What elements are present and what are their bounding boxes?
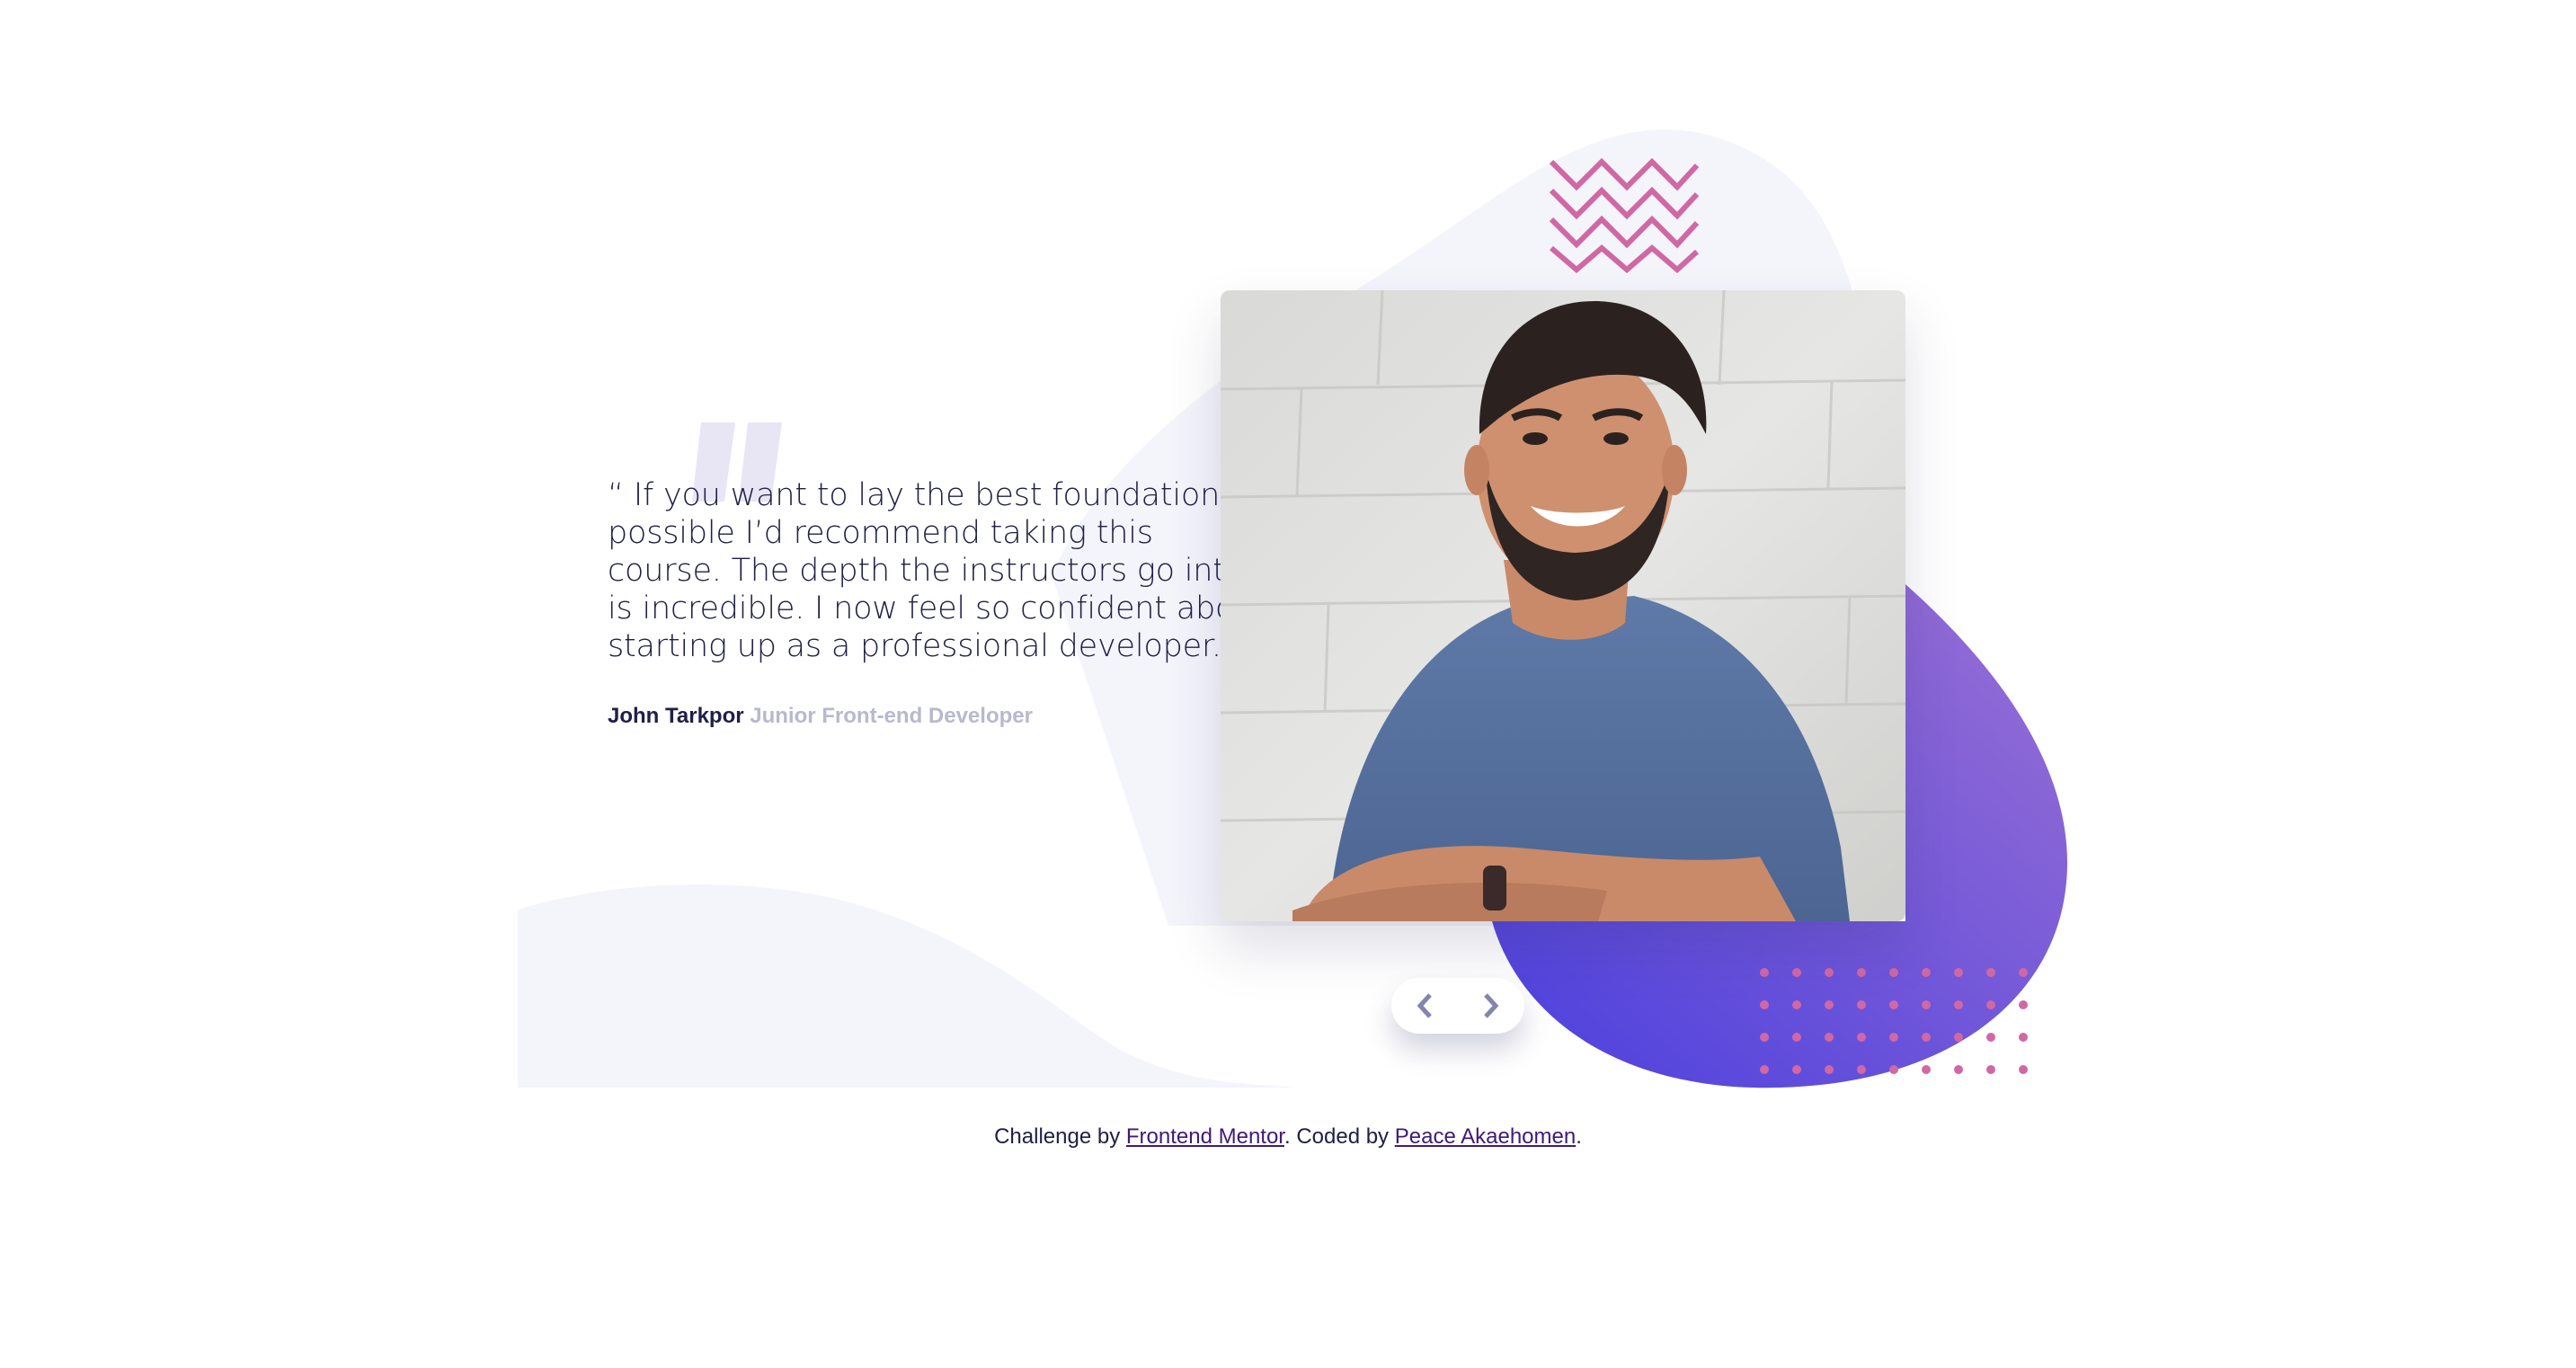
- author-role: Junior Front-end Developer: [750, 704, 1033, 728]
- attribution-suffix: .: [1576, 1124, 1582, 1149]
- author-name: John Tarkpor: [608, 704, 744, 728]
- testimonial-content: “ If you want to lay the best foundation…: [608, 476, 1273, 730]
- testimonial-author: John Tarkpor Junior Front-end Developer: [608, 703, 1273, 730]
- chevron-right-icon: [1484, 993, 1499, 1018]
- author-photo: [1221, 290, 1905, 921]
- attribution: Challenge by Frontend Mentor. Coded by P…: [0, 1124, 2576, 1150]
- slider-navigation: [1391, 978, 1524, 1034]
- next-button[interactable]: [1458, 978, 1524, 1034]
- chevron-left-icon: [1417, 993, 1432, 1018]
- author-link[interactable]: Peace Akaehomen: [1395, 1124, 1576, 1149]
- frontend-mentor-link[interactable]: Frontend Mentor: [1126, 1124, 1284, 1149]
- testimonial-slider-page: “ If you want to lay the best foundation…: [0, 0, 2576, 1368]
- zigzag-decoration: [1549, 158, 1700, 273]
- portrait-illustration: [1221, 290, 1905, 921]
- attribution-prefix: Challenge by: [994, 1124, 1121, 1149]
- testimonial-quote: “ If you want to lay the best foundation…: [608, 477, 1266, 664]
- attribution-middle: . Coded by: [1284, 1124, 1390, 1149]
- previous-button[interactable]: [1391, 978, 1458, 1034]
